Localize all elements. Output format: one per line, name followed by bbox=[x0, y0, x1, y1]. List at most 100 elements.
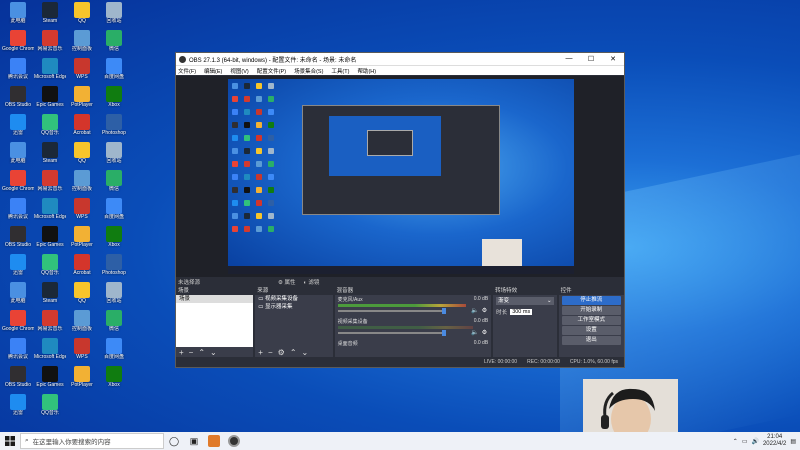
start-button[interactable] bbox=[0, 432, 20, 450]
menu-help[interactable]: 帮助(H) bbox=[357, 67, 376, 75]
move-down-icon[interactable]: ⌄ bbox=[302, 348, 309, 357]
desktop-shortcut[interactable]: 腾讯会议 bbox=[2, 198, 34, 220]
move-down-icon[interactable]: ⌄ bbox=[210, 348, 217, 357]
desktop-shortcut[interactable]: Acrobat bbox=[66, 254, 98, 276]
close-button[interactable]: ✕ bbox=[602, 55, 624, 63]
settings-button[interactable]: 设置 bbox=[561, 326, 621, 335]
volume-slider[interactable] bbox=[337, 308, 446, 314]
exit-button[interactable]: 退出 bbox=[561, 336, 621, 345]
desktop-shortcut[interactable]: 迅雷 bbox=[2, 114, 34, 136]
volume-slider-knob[interactable] bbox=[442, 330, 446, 336]
menu-file[interactable]: 文件(F) bbox=[178, 67, 196, 75]
multitask-icon[interactable]: ▣ bbox=[184, 432, 204, 450]
desktop-shortcut[interactable]: Microsoft Edge bbox=[34, 338, 66, 360]
desktop-shortcut[interactable]: Google Chrome bbox=[2, 30, 34, 52]
desktop-shortcut[interactable]: 百度网盘 bbox=[98, 58, 130, 80]
desktop-shortcut[interactable]: 迅雷 bbox=[2, 394, 34, 416]
menu-tools[interactable]: 工具(T) bbox=[331, 67, 349, 75]
desktop-shortcut[interactable]: Steam bbox=[34, 282, 66, 304]
minimize-button[interactable]: — bbox=[558, 55, 580, 63]
duration-input[interactable]: 300 ms bbox=[510, 309, 533, 315]
desktop-shortcut[interactable]: 微信 bbox=[98, 170, 130, 192]
desktop-shortcut[interactable]: QQ音乐 bbox=[34, 394, 66, 416]
volume-slider[interactable] bbox=[337, 330, 446, 336]
source-item[interactable]: ▭ 视频采集设备 bbox=[255, 295, 332, 303]
menu-view[interactable]: 视图(V) bbox=[230, 67, 248, 75]
add-scene-button[interactable]: + bbox=[179, 348, 184, 357]
desktop-shortcut[interactable]: QQ bbox=[66, 2, 98, 24]
transition-select[interactable]: 渐变 ⌄ bbox=[496, 297, 554, 305]
desktop-shortcut[interactable]: PotPlayer bbox=[66, 86, 98, 108]
desktop-shortcut[interactable]: QQ bbox=[66, 142, 98, 164]
start-recording-button[interactable]: 开始录制 bbox=[561, 306, 621, 315]
source-settings-icon[interactable]: ⚙ bbox=[278, 348, 285, 357]
move-up-icon[interactable]: ⌃ bbox=[198, 348, 205, 357]
desktop-shortcut[interactable]: PotPlayer bbox=[66, 366, 98, 388]
scene-item[interactable]: 场景 bbox=[176, 295, 254, 303]
move-up-icon[interactable]: ⌃ bbox=[290, 348, 297, 357]
desktop-shortcut[interactable]: 网易云音乐 bbox=[34, 310, 66, 332]
studio-mode-button[interactable]: 工作室模式 bbox=[561, 316, 621, 325]
desktop-shortcut[interactable]: 百度网盘 bbox=[98, 338, 130, 360]
gear-icon[interactable]: ⚙ bbox=[482, 307, 487, 314]
desktop-shortcut[interactable]: 控制面板 bbox=[66, 30, 98, 52]
desktop-shortcut[interactable]: Epic Games bbox=[34, 366, 66, 388]
chevron-up-icon[interactable]: ⌃ bbox=[733, 438, 738, 445]
desktop-shortcut[interactable]: 微信 bbox=[98, 310, 130, 332]
desktop-shortcut[interactable]: 腾讯会议 bbox=[2, 338, 34, 360]
preview-canvas[interactable] bbox=[228, 79, 574, 274]
taskbar-search-box[interactable]: ⌕ 在这里输入你要搜索的内容 bbox=[20, 433, 164, 449]
desktop-shortcut[interactable]: Xbox bbox=[98, 226, 130, 248]
desktop-shortcut[interactable]: QQ音乐 bbox=[34, 114, 66, 136]
stop-streaming-button[interactable]: 停止推流 bbox=[561, 296, 621, 305]
desktop-shortcut[interactable]: 微信 bbox=[98, 30, 130, 52]
desktop-shortcut[interactable]: Steam bbox=[34, 2, 66, 24]
desktop-shortcut[interactable]: 腾讯会议 bbox=[2, 58, 34, 80]
desktop-shortcut[interactable]: 回收站 bbox=[98, 2, 130, 24]
desktop-shortcut[interactable]: Steam bbox=[34, 142, 66, 164]
maximize-button[interactable]: ☐ bbox=[580, 55, 602, 63]
desktop-shortcut[interactable]: 此电脑 bbox=[2, 2, 34, 24]
desktop-shortcut[interactable]: 此电脑 bbox=[2, 282, 34, 304]
desktop-shortcut[interactable]: Xbox bbox=[98, 86, 130, 108]
desktop-shortcut[interactable]: PotPlayer bbox=[66, 226, 98, 248]
desktop-shortcut[interactable]: 此电脑 bbox=[2, 142, 34, 164]
desktop-shortcut[interactable]: OBS Studio bbox=[2, 366, 34, 388]
desktop-shortcut[interactable]: WPS bbox=[66, 58, 98, 80]
desktop-shortcut[interactable]: Photoshop bbox=[98, 114, 130, 136]
remove-source-button[interactable]: − bbox=[268, 348, 273, 357]
desktop-shortcut[interactable]: 控制面板 bbox=[66, 170, 98, 192]
speaker-icon[interactable]: 🔈 bbox=[471, 329, 478, 336]
task-view-icon[interactable]: ◯ bbox=[164, 432, 184, 450]
desktop-shortcut[interactable]: Epic Games bbox=[34, 86, 66, 108]
desktop-shortcut[interactable]: WPS bbox=[66, 338, 98, 360]
desktop-shortcut[interactable]: 回收站 bbox=[98, 282, 130, 304]
desktop-shortcut[interactable]: OBS Studio bbox=[2, 226, 34, 248]
desktop-shortcut[interactable]: 回收站 bbox=[98, 142, 130, 164]
network-icon[interactable]: ▭ bbox=[742, 438, 748, 445]
desktop-shortcut[interactable]: Microsoft Edge bbox=[34, 58, 66, 80]
clock[interactable]: 21:04 2022/4/2 bbox=[763, 434, 786, 448]
desktop-shortcut[interactable]: 网易云音乐 bbox=[34, 30, 66, 52]
obs-taskbar-icon[interactable] bbox=[224, 432, 244, 450]
menu-scene-collection[interactable]: 场景集合(S) bbox=[294, 67, 323, 75]
filters-button[interactable]: ◐ 滤镜 bbox=[304, 278, 320, 286]
desktop-shortcut[interactable]: 百度网盘 bbox=[98, 198, 130, 220]
desktop-shortcut[interactable]: 迅雷 bbox=[2, 254, 34, 276]
taskbar-app-icon[interactable] bbox=[204, 432, 224, 450]
source-item[interactable]: ▭ 显示器采集 bbox=[255, 303, 332, 311]
desktop-shortcut[interactable]: 网易云音乐 bbox=[34, 170, 66, 192]
volume-icon[interactable]: 🔊 bbox=[751, 438, 758, 445]
desktop-shortcut[interactable]: Photoshop bbox=[98, 254, 130, 276]
remove-scene-button[interactable]: − bbox=[189, 348, 194, 357]
desktop-shortcut[interactable]: Acrobat bbox=[66, 114, 98, 136]
desktop-shortcut[interactable]: Microsoft Edge bbox=[34, 198, 66, 220]
add-source-button[interactable]: + bbox=[258, 348, 263, 357]
desktop-shortcut[interactable]: WPS bbox=[66, 198, 98, 220]
desktop-shortcut[interactable]: Xbox bbox=[98, 366, 130, 388]
desktop-shortcut[interactable]: QQ bbox=[66, 282, 98, 304]
desktop-shortcut[interactable]: Google Chrome bbox=[2, 310, 34, 332]
notification-icon[interactable]: ▤ bbox=[790, 438, 796, 445]
menu-profile[interactable]: 配置文件(P) bbox=[257, 67, 286, 75]
speaker-icon[interactable]: 🔈 bbox=[471, 307, 478, 314]
